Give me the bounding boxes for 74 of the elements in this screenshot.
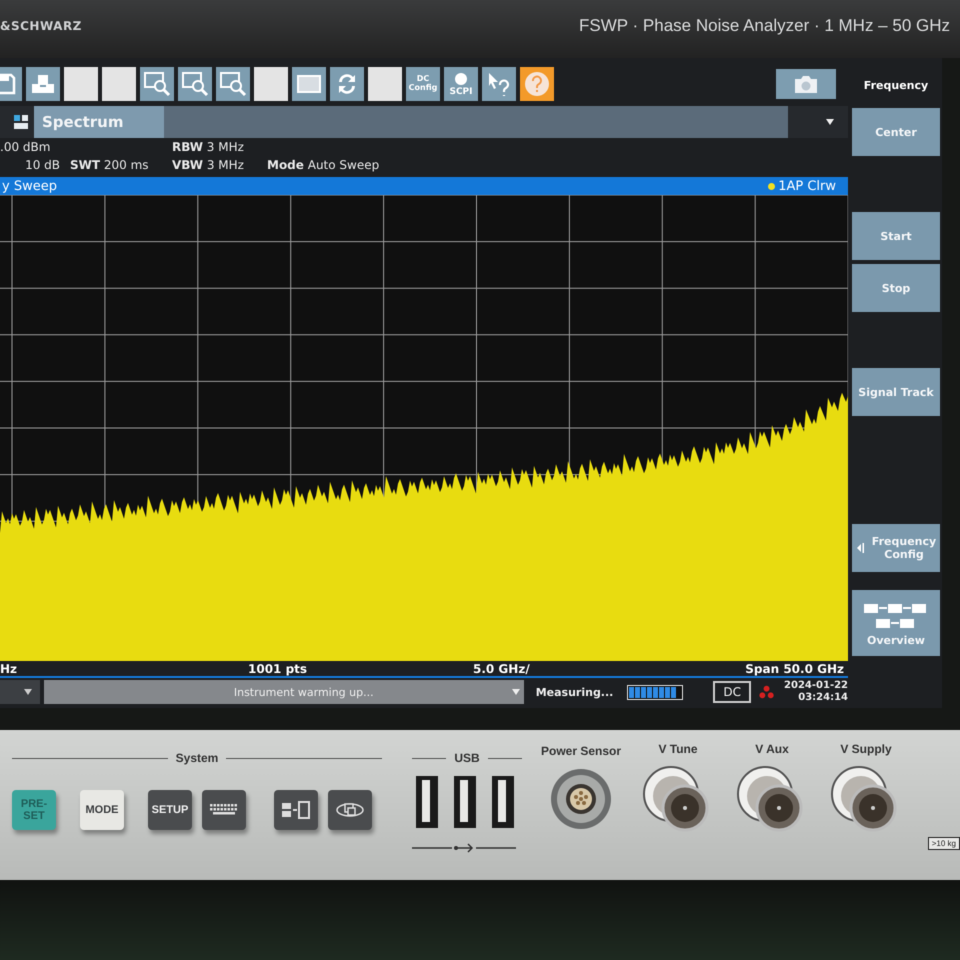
- zoom-icon: [219, 71, 247, 97]
- overview-button[interactable]: Overview: [852, 590, 940, 656]
- window-key[interactable]: [328, 790, 372, 830]
- softkey-button[interactable]: Signal Track: [852, 368, 940, 416]
- sensor-socket-icon: [550, 768, 612, 830]
- caret-icon: [24, 689, 32, 695]
- hardware-key[interactable]: MODE: [80, 790, 124, 830]
- keyboard-icon: [210, 804, 238, 816]
- camera-icon: [793, 74, 819, 94]
- usb-port-icon: [416, 776, 438, 828]
- start-frequency-text: Hz: [0, 662, 18, 676]
- screenshot-button[interactable]: [776, 69, 836, 99]
- zoom-button[interactable]: [140, 67, 174, 101]
- softkey-button[interactable]: Center: [852, 108, 940, 156]
- brand-text: &SCHWARZ: [0, 19, 82, 33]
- sweep-time-text: SWT 200 ms: [70, 158, 150, 174]
- keyboard-key[interactable]: [202, 790, 246, 830]
- coupling-indicator: DC: [713, 681, 751, 703]
- display-key[interactable]: [274, 790, 318, 830]
- zoom-button[interactable]: [216, 67, 250, 101]
- windows-icon: [335, 801, 365, 819]
- measuring-text: Measuring...: [536, 686, 614, 698]
- help-button[interactable]: [520, 67, 554, 101]
- caret-icon: [512, 689, 520, 695]
- trace-info-text: 1AP Clrw: [768, 178, 836, 194]
- reference-level-text: .00 dBm: [0, 140, 52, 156]
- dropdown-button[interactable]: [0, 680, 40, 704]
- spectrum-tab[interactable]: Spectrum: [34, 106, 164, 138]
- context-help-button[interactable]: [482, 67, 516, 101]
- sync-button[interactable]: [330, 67, 364, 101]
- softkey-menu-title: Frequency: [862, 78, 930, 94]
- trace-title: y Sweep: [2, 178, 57, 194]
- display-switch-icon: [282, 801, 310, 819]
- vbw-text: VBW 3 MHz: [172, 158, 245, 174]
- span-text: Span 50.0 GHz: [745, 662, 845, 676]
- connector-label: V Tune: [658, 742, 698, 756]
- usb-symbol-icon: [412, 842, 516, 854]
- layout-icon: [14, 115, 28, 129]
- usb-label: USB: [454, 751, 480, 765]
- power-sensor-label: Power Sensor: [540, 744, 622, 758]
- message-field[interactable]: Instrument warming up...: [44, 680, 524, 704]
- print-button[interactable]: [26, 67, 60, 101]
- hardware-key[interactable]: SETUP: [148, 790, 192, 830]
- date-text: 2024-01-22: [784, 680, 848, 692]
- collapse-arrow-icon: [856, 543, 864, 553]
- softkey-button[interactable]: Frequency Config: [852, 524, 940, 572]
- connector-label: V Aux: [755, 742, 789, 756]
- model-title: FSWP · Phase Noise Analyzer · 1 MHz – 50 GHz: [579, 16, 950, 36]
- zoom-icon: [143, 71, 171, 97]
- hardware-key[interactable]: PRE-SET: [12, 790, 56, 830]
- zoom-button[interactable]: [178, 67, 212, 101]
- time-text: 03:24:14: [798, 692, 848, 704]
- window-button[interactable]: [292, 67, 326, 101]
- caret-icon[interactable]: [826, 119, 834, 125]
- system-label: System: [176, 751, 218, 765]
- scpi-button[interactable]: SCPI: [444, 67, 478, 101]
- weight-warning-label: >10 kg: [928, 837, 960, 850]
- softkey-button[interactable]: Stop: [852, 264, 940, 312]
- usb-port-icon: [492, 776, 514, 828]
- connector-label: V Supply: [840, 742, 892, 756]
- help-icon: [523, 70, 551, 98]
- mode-text: Mode Auto Sweep: [267, 158, 380, 174]
- zoom-icon: [181, 71, 209, 97]
- points-text: 1001 pts: [248, 662, 308, 676]
- usb-port-icon: [454, 776, 476, 828]
- dc-config-button[interactable]: DC Config: [406, 67, 440, 101]
- printer-icon: [30, 72, 56, 96]
- softkey-button[interactable]: Start: [852, 212, 940, 260]
- network-icon: [758, 684, 774, 700]
- rbw-text: RBW 3 MHz: [172, 140, 245, 156]
- window-icon: [296, 74, 322, 94]
- circle-icon: [454, 72, 468, 86]
- attenuation-text: 10 dB: [24, 158, 61, 174]
- per-division-text: 5.0 GHz/: [473, 662, 531, 676]
